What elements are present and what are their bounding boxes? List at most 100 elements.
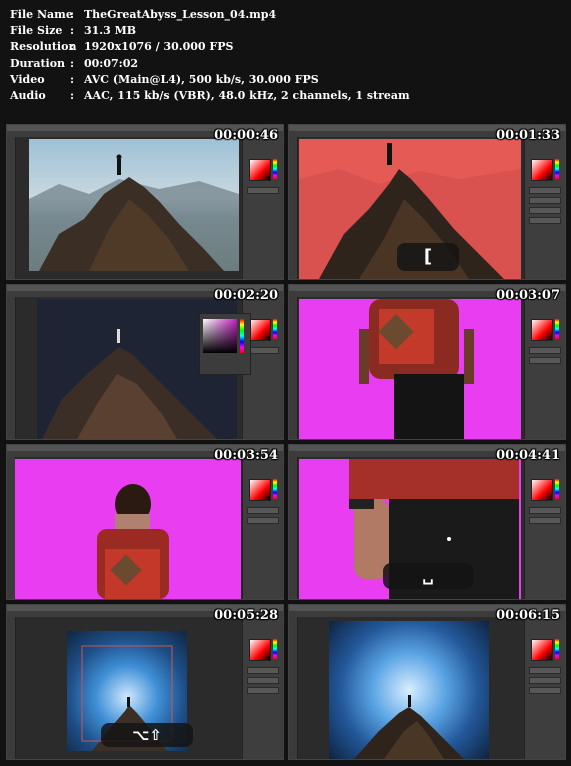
video-thumbnail[interactable]: ⌥⇧ 00:05:28 bbox=[6, 604, 284, 760]
color-swatch bbox=[531, 479, 553, 501]
canvas-image bbox=[29, 139, 239, 271]
tiny-planet-image bbox=[354, 695, 464, 759]
tools-panel bbox=[289, 457, 298, 599]
file-size-value: 31.3 MB bbox=[84, 24, 137, 38]
color-field[interactable] bbox=[203, 319, 237, 353]
separator: : bbox=[70, 56, 75, 70]
timestamp: 00:06:15 bbox=[496, 608, 560, 623]
file-name-row: File Name : TheGreatAbyss_Lesson_04.mp4 bbox=[10, 7, 410, 23]
side-panels bbox=[242, 617, 283, 759]
color-swatch bbox=[249, 479, 271, 501]
file-name-value: TheGreatAbyss_Lesson_04.mp4 bbox=[84, 8, 277, 21]
shortcut-overlay: ␣ bbox=[383, 563, 473, 589]
timestamp: 00:01:33 bbox=[496, 128, 560, 143]
color-picker-dialog[interactable] bbox=[199, 313, 251, 375]
tools-panel bbox=[7, 137, 16, 279]
separator: : bbox=[70, 8, 75, 21]
duration-value: 00:07:02 bbox=[84, 56, 139, 70]
hiker-image bbox=[359, 299, 474, 439]
layer-row bbox=[247, 677, 279, 684]
timestamp: 00:02:20 bbox=[214, 288, 278, 303]
tools-panel bbox=[7, 617, 16, 759]
tools-panel bbox=[7, 297, 16, 439]
separator: : bbox=[70, 72, 75, 86]
timestamp: 00:04:41 bbox=[496, 448, 560, 463]
video-thumbnail[interactable]: 00:03:54 bbox=[6, 444, 284, 600]
file-size-row: File Size : 31.3 MB bbox=[10, 23, 410, 39]
layer-row bbox=[247, 667, 279, 674]
video-thumbnail[interactable]: 00:06:15 bbox=[288, 604, 566, 760]
side-panels bbox=[524, 297, 565, 439]
layer-row bbox=[529, 357, 561, 364]
layer-row bbox=[529, 507, 561, 514]
tools-panel bbox=[289, 297, 298, 439]
hue-slider bbox=[273, 479, 277, 499]
layer-row bbox=[247, 507, 279, 514]
resolution-key: Resolution bbox=[10, 40, 77, 54]
layer-row bbox=[247, 187, 279, 194]
color-swatch bbox=[249, 159, 271, 181]
color-swatch bbox=[531, 639, 553, 661]
timestamp: 00:03:07 bbox=[496, 288, 560, 303]
layer-row bbox=[529, 207, 561, 214]
layer-row bbox=[529, 517, 561, 524]
resolution-row: Resolution : 1920x1076 / 30.000 FPS bbox=[10, 39, 410, 55]
separator: : bbox=[70, 40, 75, 54]
hue-slider bbox=[555, 639, 559, 659]
color-swatch bbox=[249, 319, 271, 341]
layer-row bbox=[529, 667, 561, 674]
video-key: Video bbox=[10, 72, 45, 86]
audio-key: Audio bbox=[10, 89, 46, 103]
timestamp: 00:05:28 bbox=[214, 608, 278, 623]
layer-row bbox=[529, 677, 561, 684]
video-thumbnail[interactable]: 00:02:20 bbox=[6, 284, 284, 440]
file-size-key: File Size bbox=[10, 24, 63, 38]
shortcut-overlay: [ bbox=[397, 243, 459, 271]
layer-row bbox=[529, 197, 561, 204]
tools-panel bbox=[289, 617, 298, 759]
layer-row bbox=[529, 687, 561, 694]
side-panels bbox=[242, 457, 283, 599]
separator: : bbox=[70, 89, 75, 103]
duration-key: Duration bbox=[10, 56, 66, 70]
hiker-image bbox=[97, 484, 169, 599]
layer-row bbox=[247, 687, 279, 694]
color-swatch bbox=[531, 159, 553, 181]
canvas-image bbox=[329, 621, 489, 759]
canvas-image bbox=[15, 459, 241, 599]
resolution-value: 1920x1076 / 30.000 FPS bbox=[84, 40, 234, 54]
hue-slider bbox=[555, 159, 559, 179]
mountain-image bbox=[29, 154, 239, 271]
side-panels bbox=[524, 137, 565, 279]
hue-slider bbox=[555, 479, 559, 499]
color-swatch bbox=[249, 639, 271, 661]
layer-row bbox=[247, 517, 279, 524]
timestamp: 00:00:46 bbox=[214, 128, 278, 143]
duration-row: Duration : 00:07:02 bbox=[10, 56, 410, 72]
tools-panel bbox=[289, 137, 298, 279]
hue-strip[interactable] bbox=[240, 319, 244, 353]
shortcut-overlay: ⌥⇧ bbox=[101, 723, 193, 747]
canvas-image bbox=[299, 299, 521, 439]
video-value: AVC (Main@L4), 500 kb/s, 30.000 FPS bbox=[84, 72, 319, 86]
video-row: Video : AVC (Main@L4), 500 kb/s, 30.000 … bbox=[10, 72, 410, 88]
video-thumbnail[interactable]: [ 00:01:33 bbox=[288, 124, 566, 280]
audio-row: Audio : AAC, 115 kb/s (VBR), 48.0 kHz, 2… bbox=[10, 88, 410, 104]
video-thumbnail[interactable]: 00:03:07 bbox=[288, 284, 566, 440]
video-thumbnail[interactable]: ␣ 00:04:41 bbox=[288, 444, 566, 600]
hue-slider bbox=[273, 319, 277, 339]
side-panels bbox=[524, 457, 565, 599]
side-panels bbox=[242, 137, 283, 279]
separator: : bbox=[70, 24, 75, 38]
layer-row bbox=[247, 347, 279, 354]
video-thumbnail[interactable]: 00:00:46 bbox=[6, 124, 284, 280]
hue-slider bbox=[273, 639, 277, 659]
file-name-key: File Name bbox=[10, 8, 73, 21]
layer-row bbox=[529, 217, 561, 224]
layer-row bbox=[529, 187, 561, 194]
hue-slider bbox=[555, 319, 559, 339]
side-panels bbox=[524, 617, 565, 759]
layer-row bbox=[529, 347, 561, 354]
timestamp: 00:03:54 bbox=[214, 448, 278, 463]
media-info: File Name : TheGreatAbyss_Lesson_04.mp4 … bbox=[10, 7, 410, 104]
